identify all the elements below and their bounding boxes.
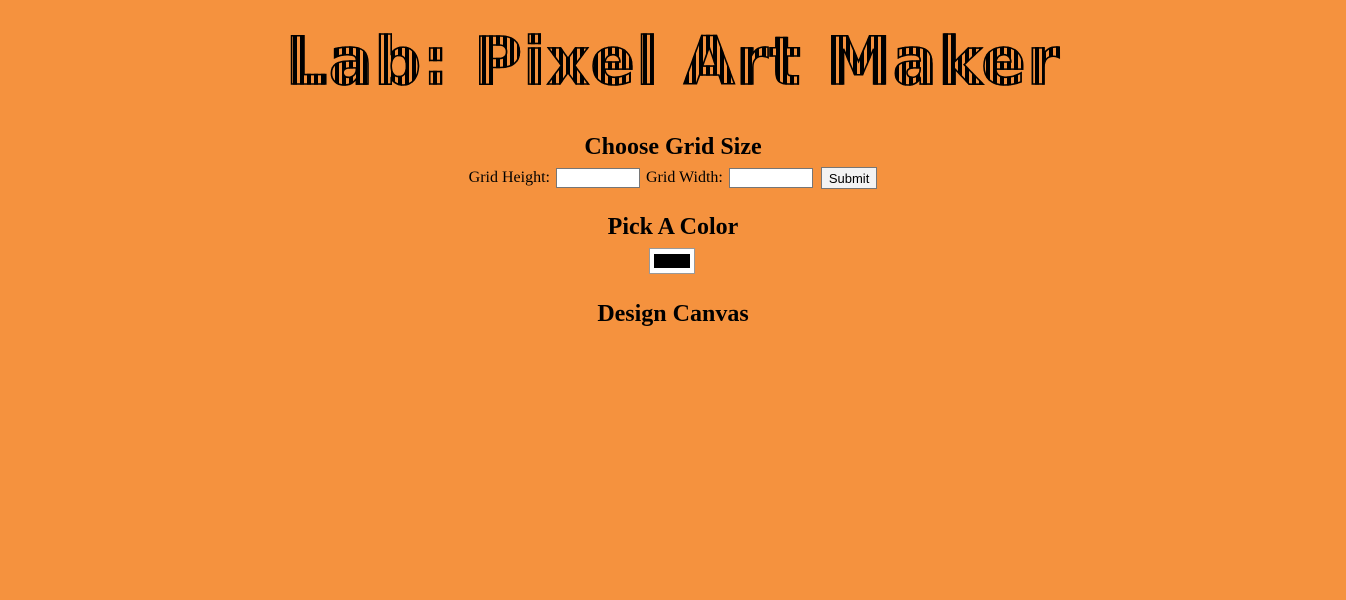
- color-picker[interactable]: [649, 248, 695, 274]
- page-title: Lab: Pixel Art Maker: [285, 22, 1061, 101]
- design-canvas-heading: Design Canvas: [597, 301, 749, 327]
- page: Lab: Pixel Art Maker Choose Grid Size Gr…: [0, 0, 1346, 600]
- color-swatch: [654, 254, 690, 268]
- grid-height-input[interactable]: [556, 168, 640, 189]
- grid-height-label: Grid Height:: [468, 169, 550, 186]
- submit-button[interactable]: Submit: [820, 167, 878, 190]
- pick-color-heading: Pick A Color: [607, 214, 739, 240]
- grid-width-input[interactable]: [728, 168, 813, 189]
- grid-width-label: Grid Width:: [646, 169, 723, 186]
- grid-size-form: Grid Height: Grid Width: Submit: [0, 167, 1346, 190]
- grid-size-heading: Choose Grid Size: [584, 134, 762, 160]
